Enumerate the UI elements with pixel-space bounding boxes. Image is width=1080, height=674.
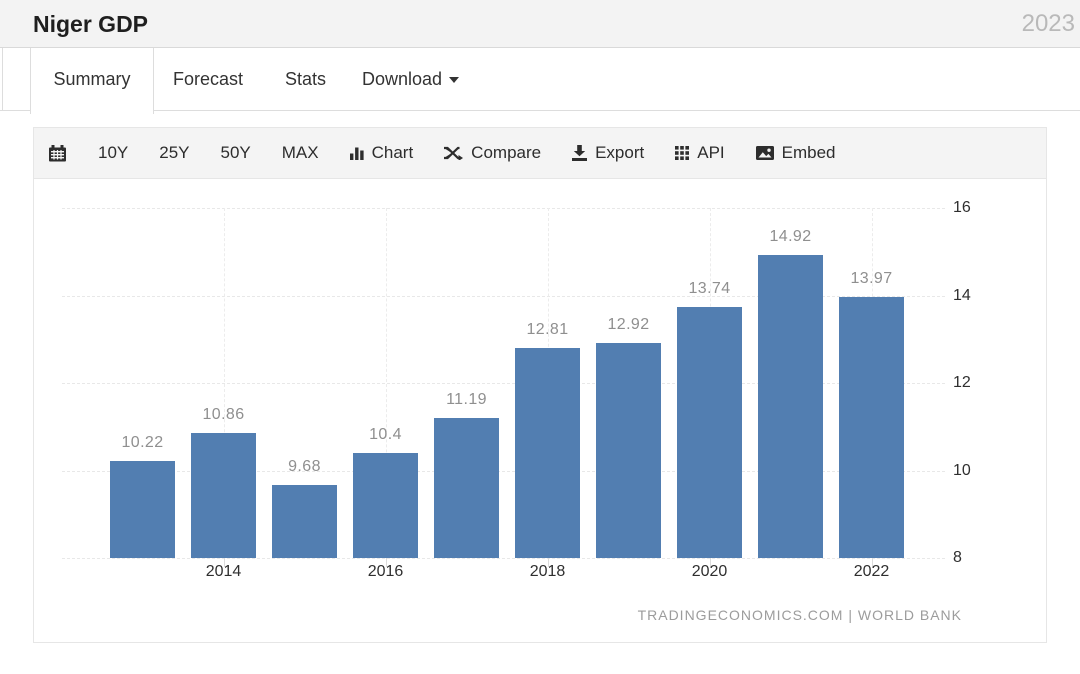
tab-bar-left-edge xyxy=(2,48,3,110)
chart-type-button[interactable]: Chart xyxy=(350,143,414,163)
image-icon xyxy=(756,146,774,160)
bar-value-label: 13.74 xyxy=(665,280,755,298)
embed-label: Embed xyxy=(782,143,836,163)
export-label: Export xyxy=(595,143,644,163)
tab-forecast[interactable]: Forecast xyxy=(173,48,243,110)
gridline-y-8 xyxy=(62,558,945,559)
y-axis-label: 16 xyxy=(953,199,971,217)
chevron-down-icon xyxy=(449,77,459,83)
page-header: Niger GDP 2023 xyxy=(0,0,1080,48)
range-10y-button[interactable]: 10Y xyxy=(98,143,128,163)
calendar-button[interactable] xyxy=(48,145,67,162)
api-button[interactable]: API xyxy=(675,143,724,163)
y-axis-label: 10 xyxy=(953,462,971,480)
range-25y-button[interactable]: 25Y xyxy=(159,143,189,163)
download-icon xyxy=(572,145,587,161)
tab-stats[interactable]: Stats xyxy=(285,48,326,110)
bar-2021[interactable] xyxy=(758,255,823,558)
bar-2015[interactable] xyxy=(272,485,337,559)
bar-value-label: 9.68 xyxy=(260,458,350,476)
chart-toolbar: 10Y 25Y 50Y MAX Chart xyxy=(34,128,1046,179)
bar-value-label: 12.81 xyxy=(503,321,593,339)
range-max-button[interactable]: MAX xyxy=(282,143,319,163)
bar-2016[interactable] xyxy=(353,453,418,558)
page-title: Niger GDP xyxy=(33,11,148,38)
bar-value-label: 10.4 xyxy=(341,426,431,444)
chart-plot-area: TRADINGECONOMICS.COM | WORLD BANK 8 10 12 1… xyxy=(34,179,1046,642)
grid-icon xyxy=(675,146,689,160)
bar-value-label: 10.86 xyxy=(179,406,269,424)
calendar-icon xyxy=(48,145,67,162)
shuffle-icon xyxy=(444,146,463,160)
embed-button[interactable]: Embed xyxy=(756,143,836,163)
chart-type-label: Chart xyxy=(372,143,414,163)
bar-value-label: 12.92 xyxy=(584,316,674,334)
range-25y-label: 25Y xyxy=(159,143,189,163)
bar-2013[interactable] xyxy=(110,461,175,558)
tab-summary-label: Summary xyxy=(53,69,130,89)
bar-chart-icon xyxy=(350,146,364,160)
bar-value-label: 10.22 xyxy=(98,434,188,452)
range-50y-button[interactable]: 50Y xyxy=(221,143,251,163)
compare-button[interactable]: Compare xyxy=(444,143,541,163)
tab-bar: Summary Forecast Stats Download xyxy=(0,48,1080,111)
tab-stats-label: Stats xyxy=(285,69,326,89)
bar-value-label: 13.97 xyxy=(827,270,917,288)
x-axis-label: 2020 xyxy=(665,563,755,581)
bar-value-label: 14.92 xyxy=(746,228,836,246)
latest-year-badge: 2023 xyxy=(1022,10,1075,38)
tab-summary[interactable]: Summary xyxy=(30,48,154,114)
x-axis-label: 2016 xyxy=(341,563,431,581)
bar-2020[interactable] xyxy=(677,307,742,558)
chart-source-watermark: TRADINGECONOMICS.COM | WORLD BANK xyxy=(638,607,962,623)
compare-label: Compare xyxy=(471,143,541,163)
bar-2022[interactable] xyxy=(839,297,904,558)
api-label: API xyxy=(697,143,724,163)
x-axis-label: 2018 xyxy=(503,563,593,581)
y-axis-label: 12 xyxy=(953,374,971,392)
bar-value-label: 11.19 xyxy=(422,391,512,409)
export-button[interactable]: Export xyxy=(572,143,644,163)
bar-2019[interactable] xyxy=(596,343,661,558)
x-axis-label: 2014 xyxy=(179,563,269,581)
gridline-y-16 xyxy=(62,208,945,209)
bar-2018[interactable] xyxy=(515,348,580,558)
range-10y-label: 10Y xyxy=(98,143,128,163)
y-axis-label: 8 xyxy=(953,549,962,567)
tab-download[interactable]: Download xyxy=(362,48,459,110)
tab-download-label: Download xyxy=(362,69,442,89)
bar-2014[interactable] xyxy=(191,433,256,558)
bar-2017[interactable] xyxy=(434,418,499,558)
y-axis-label: 14 xyxy=(953,287,971,305)
tab-forecast-label: Forecast xyxy=(173,69,243,89)
chart-card: 10Y 25Y 50Y MAX Chart xyxy=(33,127,1047,643)
x-axis-label: 2022 xyxy=(827,563,917,581)
range-max-label: MAX xyxy=(282,143,319,163)
range-50y-label: 50Y xyxy=(221,143,251,163)
